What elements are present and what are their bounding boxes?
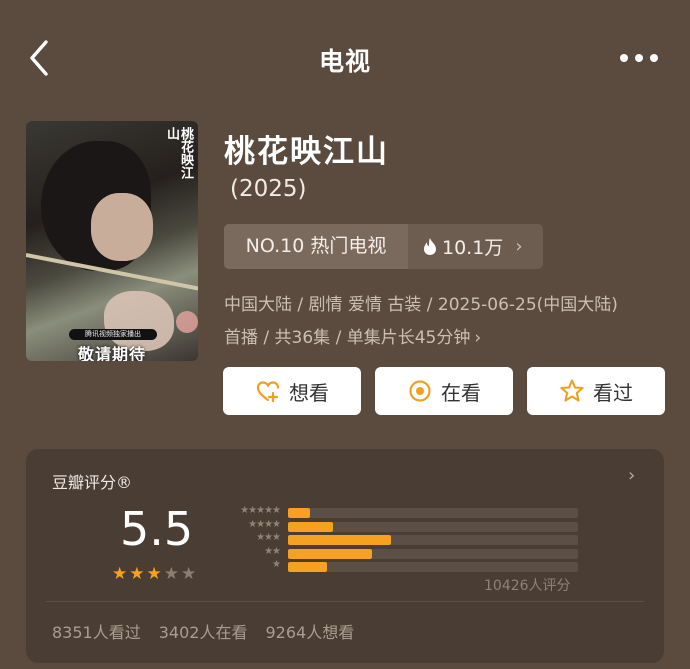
star-label-1: ★: [272, 559, 281, 570]
meta-line-2: 首播 / 共36集 / 单集片长45分钟 ›: [224, 328, 482, 348]
rating-title: 豆瓣评分®: [52, 473, 133, 492]
meta-line-1: 中国大陆 / 剧情 爱情 古装 / 2025-06-25(中国大陆): [224, 295, 618, 315]
circle-dot-icon: [409, 380, 431, 402]
watching-count: 3402人在看: [158, 623, 248, 642]
watching-label: 在看: [441, 380, 481, 405]
chevron-right-icon: ›: [515, 236, 523, 257]
bar-track: [288, 548, 578, 559]
bar-track: [288, 535, 578, 545]
star-outline-icon: [560, 379, 584, 402]
star-empty-icon: ★: [181, 564, 197, 584]
show-year: (2025): [230, 176, 307, 202]
show-title: 桃花映江山: [224, 134, 389, 170]
rank-label: NO.10 热门电视: [224, 224, 408, 269]
star-filled-icon: ★: [129, 564, 145, 584]
star-empty-icon: ★: [163, 564, 179, 584]
bar-fill: [288, 548, 373, 559]
heart-plus-icon: [256, 381, 280, 403]
heat-value: 10.1万 ›: [408, 224, 543, 269]
action-buttons: 想看 在看 看过: [223, 367, 665, 415]
star-label-2: ★★: [264, 545, 281, 557]
rating-bar-4-star: ★★★★: [220, 518, 620, 534]
show-meta[interactable]: 中国大陆 / 剧情 爱情 古装 / 2025-06-25(中国大陆) 首播 / …: [224, 289, 674, 355]
more-options-icon[interactable]: [620, 51, 658, 65]
star-filled-icon: ★: [146, 564, 162, 584]
rating-bar-1-star: ★: [220, 559, 620, 574]
rating-stars: ★ ★ ★ ★ ★: [112, 565, 196, 583]
want-to-watch-button[interactable]: 想看: [223, 367, 361, 415]
watching-button[interactable]: 在看: [375, 367, 513, 415]
flame-icon: [424, 238, 436, 255]
poster-caption: 敬请期待: [77, 345, 146, 361]
bar-fill: [288, 562, 328, 572]
star-filled-icon: ★: [112, 564, 128, 584]
rating-score: 5.5: [120, 502, 194, 556]
ranking-pill[interactable]: NO.10 热门电视 10.1万 ›: [224, 224, 543, 269]
rating-bar-2-star: ★★: [220, 545, 620, 561]
bar-fill: [288, 508, 310, 518]
rating-bar-3-star: ★★★: [220, 532, 620, 547]
watched-label: 看过: [593, 380, 633, 405]
bar-track: [288, 508, 578, 518]
bar-track: [288, 562, 578, 572]
watched-count: 8351人看过: [52, 623, 141, 642]
rating-bar-5-star: ★★★★★: [220, 505, 620, 520]
star-label-5: ★★★★★: [240, 505, 281, 516]
chevron-right-icon[interactable]: ›: [628, 465, 635, 486]
divider: [46, 601, 644, 602]
poster-image[interactable]: 桃花映江山 腾讯视频独家播出 敬请期待: [26, 121, 198, 361]
rating-distribution: ★★★★★ ★★★★ ★★★ ★★ ★: [220, 505, 620, 574]
bar-track: [288, 521, 578, 532]
page-title: 电视: [318, 47, 371, 76]
watch-stats: 8351人看过 3402人在看 9264人想看: [52, 619, 354, 643]
wish-count: 9264人想看: [265, 623, 355, 642]
star-label-3: ★★★: [256, 532, 281, 543]
watched-button[interactable]: 看过: [527, 367, 665, 415]
want-to-watch-label: 想看: [289, 380, 329, 405]
chevron-right-icon: ›: [474, 328, 482, 348]
rater-count: 10426人评分: [484, 578, 571, 594]
rating-card[interactable]: 豆瓣评分® › 5.5 ★ ★ ★ ★ ★ ★★★★★ ★★★★ ★★★ ★★ ★ 10426人…: [26, 449, 664, 663]
star-label-4: ★★★★: [248, 518, 281, 530]
bar-fill: [288, 521, 333, 532]
poster-logo: 桃花映江山: [164, 127, 193, 179]
poster-badge: 腾讯视频独家播出: [69, 329, 157, 340]
top-nav-bar: 电视: [0, 0, 690, 115]
heat-value-text: 10.1万: [442, 237, 504, 259]
bar-fill: [288, 535, 391, 545]
